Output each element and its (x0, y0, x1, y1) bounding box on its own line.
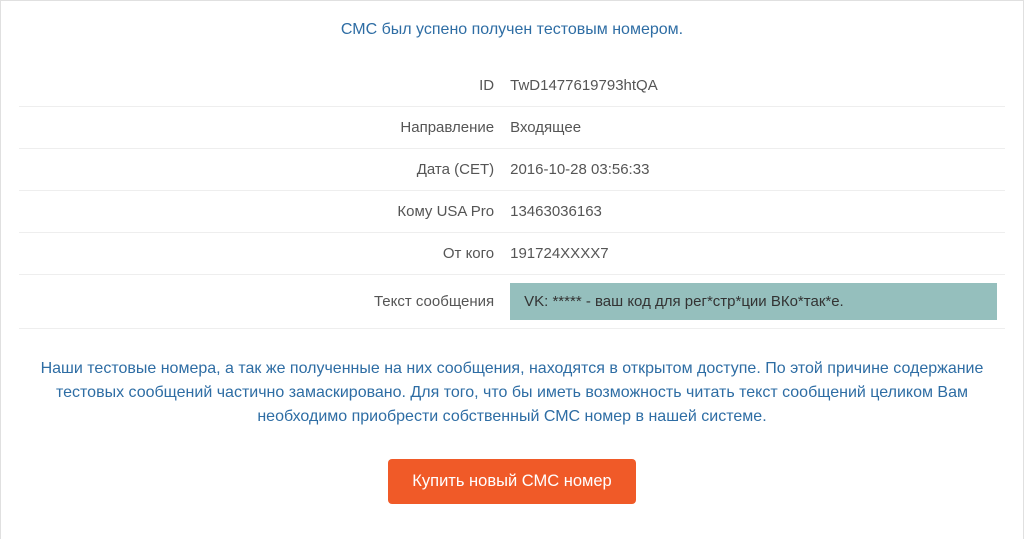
detail-row-direction: Направление Входящее (19, 107, 1005, 149)
detail-row-msgtext: Текст сообщения VK: ***** - ваш код для … (19, 275, 1005, 329)
detail-row-to: Кому USA Pro 13463036163 (19, 191, 1005, 233)
msgtext-value: VK: ***** - ваш код для рег*стр*ции ВКо*… (510, 283, 997, 320)
direction-label: Направление (19, 107, 502, 149)
id-label: ID (19, 65, 502, 107)
id-value: TwD1477619793htQA (502, 65, 1005, 107)
date-value: 2016-10-28 03:56:33 (502, 149, 1005, 191)
date-label: Дата (CET) (19, 149, 502, 191)
sms-detail-table: ID TwD1477619793htQA Направление Входяще… (19, 65, 1005, 329)
from-label: От кого (19, 233, 502, 275)
sms-detail-panel: СМС был успено получен тестовым номером.… (0, 0, 1024, 539)
detail-row-date: Дата (CET) 2016-10-28 03:56:33 (19, 149, 1005, 191)
button-row: Купить новый СМС номер (19, 459, 1005, 504)
msgtext-value-cell: VK: ***** - ваш код для рег*стр*ции ВКо*… (502, 275, 1005, 329)
detail-row-id: ID TwD1477619793htQA (19, 65, 1005, 107)
to-value: 13463036163 (502, 191, 1005, 233)
info-paragraph: Наши тестовые номера, а так же полученны… (19, 357, 1005, 429)
msgtext-label: Текст сообщения (19, 275, 502, 329)
status-message: СМС был успено получен тестовым номером. (19, 21, 1005, 39)
buy-sms-number-button[interactable]: Купить новый СМС номер (388, 459, 635, 504)
to-label: Кому USA Pro (19, 191, 502, 233)
from-value: 191724XXXX7 (502, 233, 1005, 275)
direction-value: Входящее (502, 107, 1005, 149)
detail-row-from: От кого 191724XXXX7 (19, 233, 1005, 275)
